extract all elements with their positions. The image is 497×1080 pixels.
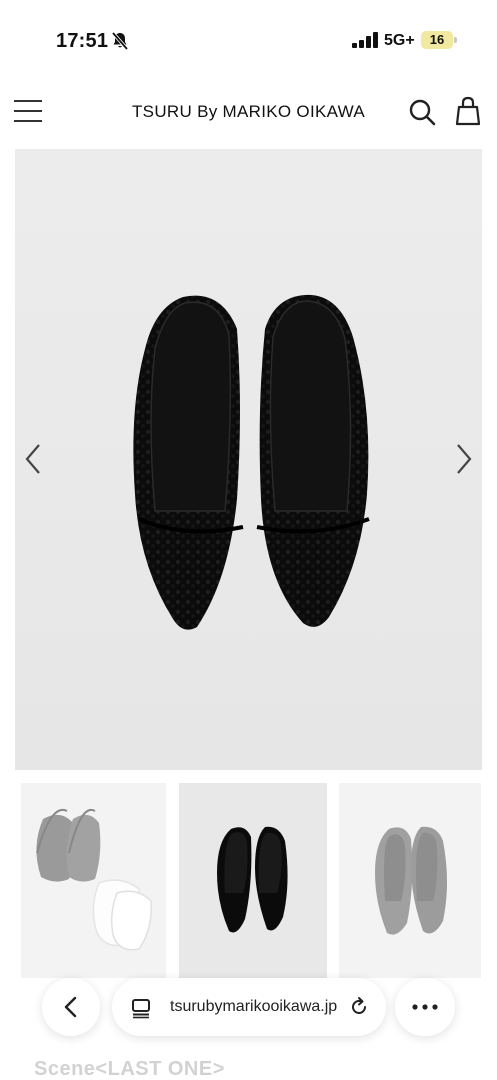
browser-toolbar: tsurubymarikooikawa.jp — [0, 975, 497, 1045]
thumbnail-3[interactable] — [339, 783, 481, 978]
address-bar[interactable]: tsurubymarikooikawa.jp — [112, 978, 386, 1036]
battery-indicator: 16 — [421, 31, 457, 49]
product-main-image[interactable] — [15, 149, 482, 770]
status-time: 17:51 — [56, 30, 109, 52]
reload-icon[interactable] — [348, 996, 370, 1018]
chevron-right-icon[interactable] — [448, 439, 478, 479]
thumbnail-2[interactable] — [179, 783, 327, 978]
url-text[interactable]: tsurubymarikooikawa.jp — [170, 998, 340, 1016]
shopping-bag-icon[interactable] — [455, 96, 481, 126]
site-header: TSURU By MARIKO OIKAWA — [0, 72, 497, 148]
scene-heading: Scene<LAST ONE> — [34, 1058, 225, 1080]
back-button[interactable] — [42, 978, 100, 1036]
thumbnail-2-image — [217, 826, 288, 933]
bell-slash-icon — [111, 31, 129, 51]
black-flower-mules-image — [133, 294, 370, 630]
status-bar: 17:51 5G+ 16 — [0, 0, 497, 72]
chevron-left-icon[interactable] — [19, 439, 49, 479]
search-icon[interactable] — [408, 98, 436, 126]
thumbnail-strip — [21, 783, 481, 978]
more-icon — [412, 1004, 438, 1010]
back-icon — [64, 996, 77, 1018]
thumbnail-1[interactable] — [21, 783, 166, 978]
network-type: 5G+ — [384, 32, 415, 49]
more-button[interactable] — [395, 978, 455, 1036]
thumbnail-1-image — [36, 808, 152, 951]
tabs-icon[interactable] — [130, 997, 152, 1019]
thumbnail-3-image — [375, 826, 447, 935]
signal-icon — [352, 32, 378, 48]
